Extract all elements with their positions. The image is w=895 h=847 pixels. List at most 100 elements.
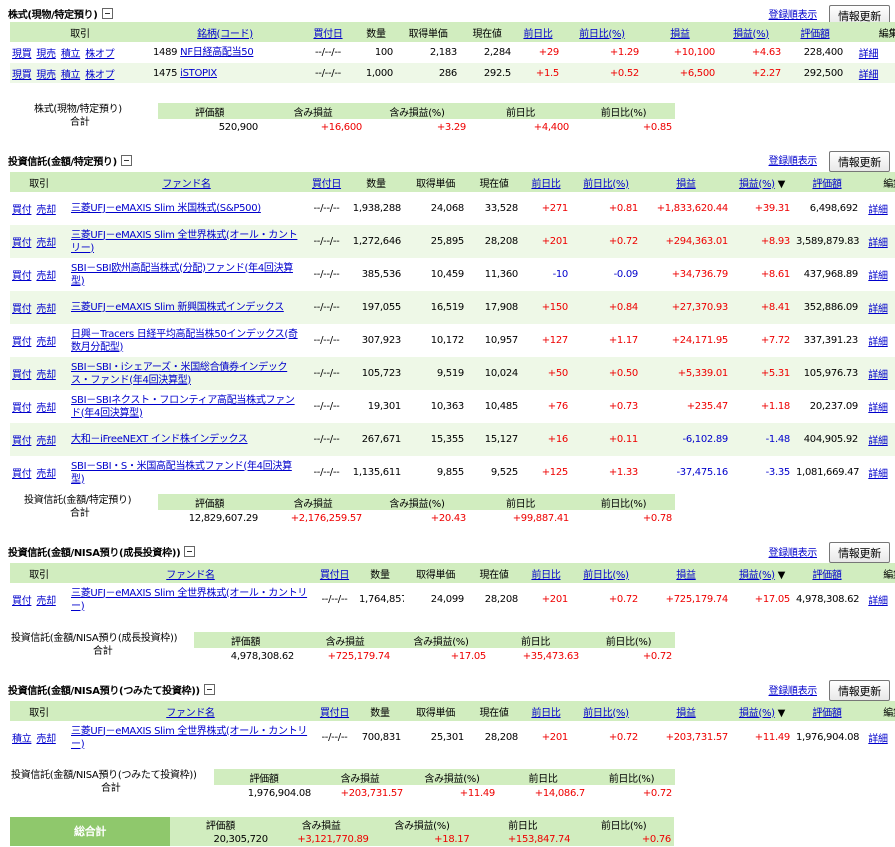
collapse-icon[interactable] — [184, 546, 196, 557]
buy-link[interactable]: 買付 — [12, 304, 32, 315]
order-display-link[interactable]: 登録順表示 — [769, 682, 818, 697]
sort-link-date[interactable]: 買付日 — [320, 708, 349, 719]
sort-link-name[interactable]: ファンド名 — [166, 708, 215, 719]
sort-link-pl[interactable]: 損益 — [670, 29, 690, 40]
sell-link[interactable]: 売却 — [36, 596, 56, 607]
order-display-link[interactable]: 登録順表示 — [769, 544, 818, 559]
buy-link[interactable]: 買付 — [12, 205, 32, 216]
profit-loss-pct: +11.49 — [754, 732, 791, 743]
collapse-icon[interactable] — [203, 684, 215, 695]
refresh-button[interactable]: 情報更新 — [829, 542, 890, 563]
sort-link-pl-pct[interactable]: 損益(%) — [739, 708, 775, 719]
buy-link[interactable]: 買付 — [12, 469, 32, 480]
sort-link-change[interactable]: 前日比 — [531, 708, 560, 719]
buy-link[interactable]: 買付 — [12, 403, 32, 414]
sort-link-name[interactable]: 銘柄(コード) — [197, 29, 253, 40]
fund-name-link[interactable]: 日興－Tracers 日経平均高配当株50インデックス(奇数月分配型) — [71, 329, 298, 353]
stock-name-link[interactable]: NF日経高配当50 — [180, 47, 254, 58]
buy-link[interactable]: 現買 — [12, 70, 32, 81]
detail-link[interactable]: 詳細 — [868, 436, 888, 447]
sort-link-pl-pct[interactable]: 損益(%) — [739, 179, 775, 190]
sell-link[interactable]: 売却 — [36, 238, 56, 249]
fund-name-link[interactable]: 三菱UFJ－eMAXIS Slim 全世界株式(オール・カントリー) — [71, 726, 307, 750]
detail-link[interactable]: 詳細 — [868, 596, 888, 607]
option-link[interactable]: 株オプ — [85, 70, 114, 81]
sell-link[interactable]: 売却 — [36, 205, 56, 216]
sort-link-value[interactable]: 評価額 — [812, 708, 841, 719]
detail-link[interactable]: 詳細 — [868, 238, 888, 249]
buy-link[interactable]: 買付 — [12, 238, 32, 249]
sell-link[interactable]: 売却 — [36, 734, 56, 745]
refresh-button[interactable]: 情報更新 — [829, 151, 890, 172]
total-unrealized-pct: +17.05 — [450, 650, 487, 662]
sort-link-change[interactable]: 前日比 — [523, 29, 552, 40]
detail-link[interactable]: 詳細 — [868, 734, 888, 745]
option-link[interactable]: 株オプ — [85, 49, 114, 60]
buy-link[interactable]: 買付 — [12, 271, 32, 282]
sell-link[interactable]: 売却 — [36, 370, 56, 381]
detail-link[interactable]: 詳細 — [868, 370, 888, 381]
sort-link-pl-pct[interactable]: 損益(%) — [739, 570, 775, 581]
fund-name-link[interactable]: 三菱UFJ－eMAXIS Slim 全世界株式(オール・カントリー) — [71, 588, 307, 612]
accum-link[interactable]: 積立 — [61, 49, 81, 60]
sort-link-date[interactable]: 買付日 — [313, 29, 342, 40]
sell-link[interactable]: 売却 — [36, 271, 56, 282]
sell-link[interactable]: 現売 — [36, 70, 56, 81]
detail-link[interactable]: 詳細 — [859, 49, 879, 60]
detail-link[interactable]: 詳細 — [868, 403, 888, 414]
stock-name-link[interactable]: iSTOPIX — [180, 68, 217, 79]
accum-link[interactable]: 積立 — [61, 70, 81, 81]
sell-link[interactable]: 売却 — [36, 403, 56, 414]
sort-link-change[interactable]: 前日比 — [531, 570, 560, 581]
detail-link[interactable]: 詳細 — [868, 271, 888, 282]
sort-link-date[interactable]: 買付日 — [320, 570, 349, 581]
sort-link-value[interactable]: 評価額 — [800, 29, 829, 40]
refresh-button[interactable]: 情報更新 — [829, 680, 890, 701]
sort-link-value[interactable]: 評価額 — [812, 179, 841, 190]
sort-link-name[interactable]: ファンド名 — [162, 179, 211, 190]
sell-link[interactable]: 現売 — [36, 49, 56, 60]
sort-link-change-pct[interactable]: 前日比(%) — [579, 29, 625, 40]
sell-link[interactable]: 売却 — [36, 436, 56, 447]
buy-link[interactable]: 買付 — [12, 436, 32, 447]
buy-link[interactable]: 買付 — [12, 596, 32, 607]
buy-link[interactable]: 買付 — [12, 370, 32, 381]
sort-link-pl-pct[interactable]: 損益(%) — [733, 29, 769, 40]
sort-link-change[interactable]: 前日比 — [531, 179, 560, 190]
detail-link[interactable]: 詳細 — [868, 469, 888, 480]
fund-name-link[interactable]: 大和－iFreeNEXT インド株インデックス — [71, 434, 248, 445]
detail-link[interactable]: 詳細 — [868, 304, 888, 315]
fund-name-link[interactable]: 三菱UFJ－eMAXIS Slim 米国株式(S&P500) — [71, 203, 261, 214]
sell-link[interactable]: 売却 — [36, 304, 56, 315]
sort-link-pl[interactable]: 損益 — [676, 570, 696, 581]
table-row: 買付 売却 三菱UFJ－eMAXIS Slim 米国株式(S&P500) --/--/… — [10, 192, 895, 225]
sort-link-change-pct[interactable]: 前日比(%) — [583, 179, 629, 190]
sort-link-date[interactable]: 買付日 — [312, 179, 341, 190]
stock-code: 1489 — [153, 47, 178, 58]
fund-name-link[interactable]: 三菱UFJ－eMAXIS Slim 全世界株式(オール・カントリー) — [71, 230, 298, 254]
sort-link-pl[interactable]: 損益 — [676, 179, 696, 190]
sort-link-value[interactable]: 評価額 — [812, 570, 841, 581]
fund-name-link[interactable]: SBI－SBI・S・米国高配当株式ファンド(年4回決算型) — [71, 461, 292, 485]
collapse-icon[interactable] — [101, 8, 113, 19]
buy-link[interactable]: 買付 — [12, 337, 32, 348]
fund-name-link[interactable]: SBI－SBI・iシェアーズ・米国総合債券インデックス・ファンド(年4回決算型) — [71, 362, 288, 386]
detail-link[interactable]: 詳細 — [868, 337, 888, 348]
price: 2,284 — [483, 47, 511, 58]
fund-name-link[interactable]: SBI－SBI欧州高配当株式(分配)ファンド(年4回決算型) — [71, 263, 293, 287]
sell-link[interactable]: 売却 — [36, 337, 56, 348]
detail-link[interactable]: 詳細 — [868, 205, 888, 216]
sort-link-name[interactable]: ファンド名 — [166, 570, 215, 581]
collapse-icon[interactable] — [120, 155, 132, 166]
detail-link[interactable]: 詳細 — [859, 70, 879, 81]
buy-link[interactable]: 現買 — [12, 49, 32, 60]
fund-name-link[interactable]: SBI－SBIネクスト・フロンティア高配当株式ファンド(年4回決算型) — [71, 395, 295, 419]
fund-name-link[interactable]: 三菱UFJ－eMAXIS Slim 新興国株式インデックス — [71, 302, 284, 313]
order-display-link[interactable]: 登録順表示 — [769, 152, 818, 167]
sort-link-change-pct[interactable]: 前日比(%) — [583, 570, 629, 581]
order-display-link[interactable]: 登録順表示 — [769, 6, 818, 21]
accum-link[interactable]: 積立 — [12, 734, 32, 745]
sell-link[interactable]: 売却 — [36, 469, 56, 480]
sort-link-change-pct[interactable]: 前日比(%) — [583, 708, 629, 719]
sort-link-pl[interactable]: 損益 — [676, 708, 696, 719]
